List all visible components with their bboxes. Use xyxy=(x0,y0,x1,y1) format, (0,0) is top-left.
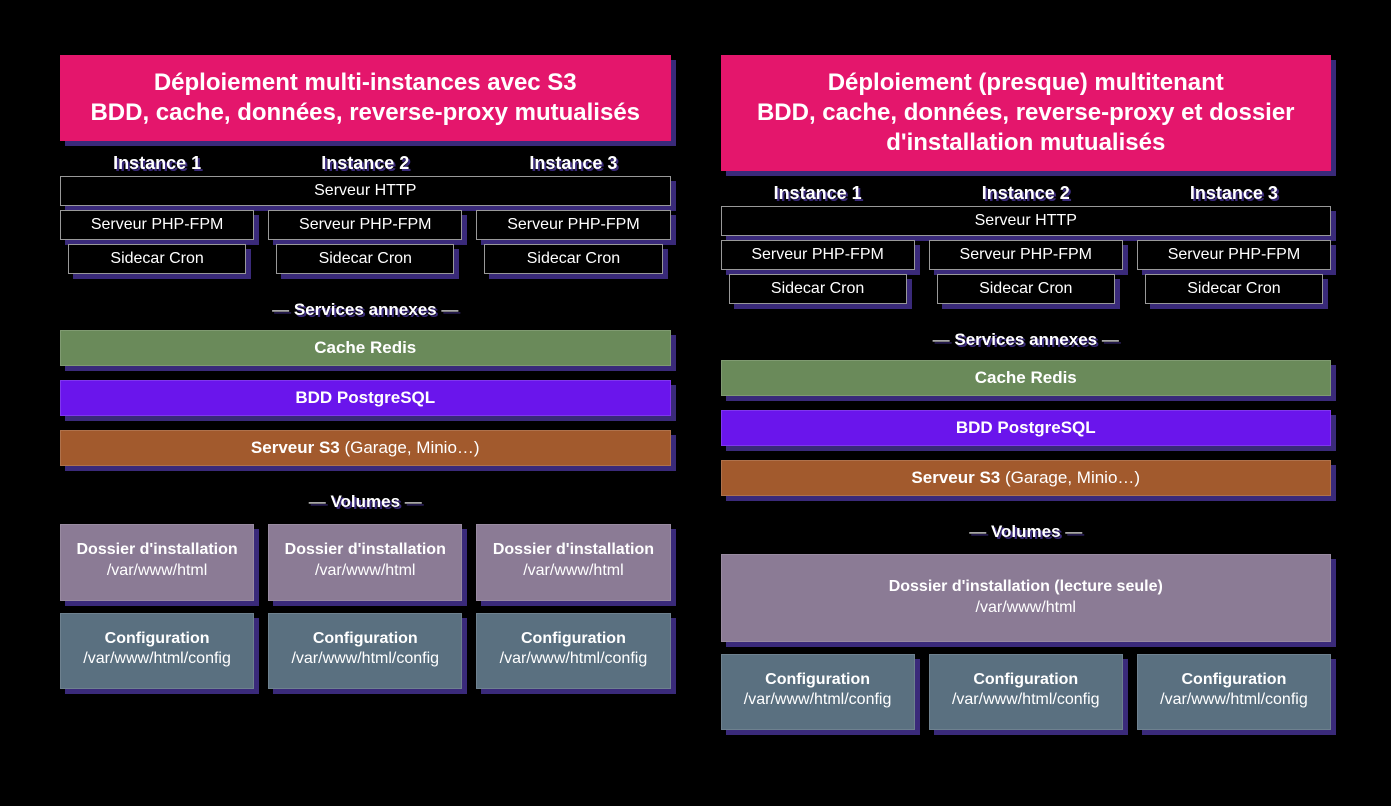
stack-1: Serveur PHP-FPM Sidecar Cron xyxy=(721,240,915,304)
instance-label-2: Instance 2 xyxy=(268,153,462,174)
title-box-left: Déploiement multi-instances avec S3 BDD,… xyxy=(60,55,671,141)
stack-1: Serveur PHP-FPM Sidecar Cron xyxy=(60,210,254,274)
redis-label: Cache Redis xyxy=(975,368,1077,387)
config-path: /var/www/html/config xyxy=(726,690,910,711)
install-title: Dossier d'installation xyxy=(65,540,249,561)
title-line-2: BDD, cache, données, reverse-proxy et do… xyxy=(736,98,1317,158)
stack-3: Serveur PHP-FPM Sidecar Cron xyxy=(1137,240,1331,304)
config-box-3: Configuration /var/www/html/config xyxy=(476,613,670,690)
sidecar-cron: Sidecar Cron xyxy=(729,274,907,304)
php-fpm: Serveur PHP-FPM xyxy=(268,210,462,240)
title-line-1: Déploiement (presque) multitenant xyxy=(736,68,1317,98)
redis-label: Cache Redis xyxy=(314,338,416,357)
config-title: Configuration xyxy=(934,670,1118,691)
install-path: /var/www/html xyxy=(481,561,665,582)
config-box-2: Configuration /var/www/html/config xyxy=(268,613,462,690)
install-path: /var/www/html xyxy=(273,561,457,582)
http-server-left: Serveur HTTP xyxy=(60,176,671,206)
install-box-shared: Dossier d'installation (lecture seule) /… xyxy=(721,554,1332,642)
section-volumes-left: Volumes xyxy=(60,492,671,512)
config-title: Configuration xyxy=(273,629,457,650)
s3-box-right: Serveur S3 (Garage, Minio…) xyxy=(721,460,1332,496)
php-row-left: Serveur PHP-FPM Sidecar Cron Serveur PHP… xyxy=(60,210,671,274)
s3-rest: (Garage, Minio…) xyxy=(340,438,480,457)
instance-label-3: Instance 3 xyxy=(476,153,670,174)
title-box-right: Déploiement (presque) multitenant BDD, c… xyxy=(721,55,1332,171)
php-fpm: Serveur PHP-FPM xyxy=(1137,240,1331,270)
config-row-left: Configuration /var/www/html/config Confi… xyxy=(60,613,671,690)
column-multitenant: Déploiement (presque) multitenant BDD, c… xyxy=(721,55,1332,730)
config-path: /var/www/html/config xyxy=(934,690,1118,711)
php-fpm: Serveur PHP-FPM xyxy=(929,240,1123,270)
config-path: /var/www/html/config xyxy=(65,649,249,670)
sidecar-cron: Sidecar Cron xyxy=(937,274,1115,304)
postgres-box-left: BDD PostgreSQL xyxy=(60,380,671,416)
pg-label: BDD PostgreSQL xyxy=(956,418,1096,437)
instance-label-3: Instance 3 xyxy=(1137,183,1331,204)
install-path: /var/www/html xyxy=(726,598,1327,619)
instance-label-1: Instance 1 xyxy=(721,183,915,204)
install-box-1: Dossier d'installation /var/www/html xyxy=(60,524,254,601)
php-fpm: Serveur PHP-FPM xyxy=(60,210,254,240)
redis-box-right: Cache Redis xyxy=(721,360,1332,396)
instance-labels-right: Instance 1 Instance 2 Instance 3 xyxy=(721,183,1332,204)
config-title: Configuration xyxy=(1142,670,1326,691)
pg-label: BDD PostgreSQL xyxy=(295,388,435,407)
config-row-right: Configuration /var/www/html/config Confi… xyxy=(721,654,1332,731)
instance-label-2: Instance 2 xyxy=(929,183,1123,204)
install-title: Dossier d'installation xyxy=(273,540,457,561)
sidecar-cron: Sidecar Cron xyxy=(68,244,246,274)
instance-labels-left: Instance 1 Instance 2 Instance 3 xyxy=(60,153,671,174)
php-fpm: Serveur PHP-FPM xyxy=(721,240,915,270)
stack-2: Serveur PHP-FPM Sidecar Cron xyxy=(268,210,462,274)
install-box-2: Dossier d'installation /var/www/html xyxy=(268,524,462,601)
instance-label-1: Instance 1 xyxy=(60,153,254,174)
title-line-1: Déploiement multi-instances avec S3 xyxy=(75,68,656,98)
diagram-columns: Déploiement multi-instances avec S3 BDD,… xyxy=(60,55,1331,730)
config-box-3: Configuration /var/www/html/config xyxy=(1137,654,1331,731)
config-path: /var/www/html/config xyxy=(273,649,457,670)
stack-3: Serveur PHP-FPM Sidecar Cron xyxy=(476,210,670,274)
php-fpm: Serveur PHP-FPM xyxy=(476,210,670,240)
sidecar-cron: Sidecar Cron xyxy=(484,244,662,274)
install-box-3: Dossier d'installation /var/www/html xyxy=(476,524,670,601)
sidecar-cron: Sidecar Cron xyxy=(1145,274,1323,304)
config-box-1: Configuration /var/www/html/config xyxy=(60,613,254,690)
s3-bold: Serveur S3 xyxy=(911,468,1000,487)
s3-bold: Serveur S3 xyxy=(251,438,340,457)
title-line-2: BDD, cache, données, reverse-proxy mutua… xyxy=(75,98,656,128)
config-path: /var/www/html/config xyxy=(481,649,665,670)
s3-rest: (Garage, Minio…) xyxy=(1000,468,1140,487)
config-box-1: Configuration /var/www/html/config xyxy=(721,654,915,731)
install-path: /var/www/html xyxy=(65,561,249,582)
install-title: Dossier d'installation xyxy=(481,540,665,561)
install-title: Dossier d'installation (lecture seule) xyxy=(726,577,1327,598)
stack-2: Serveur PHP-FPM Sidecar Cron xyxy=(929,240,1123,304)
section-services-right: Services annexes xyxy=(721,330,1332,350)
section-services-left: Services annexes xyxy=(60,300,671,320)
section-volumes-right: Volumes xyxy=(721,522,1332,542)
install-row-left: Dossier d'installation /var/www/html Dos… xyxy=(60,524,671,601)
sidecar-cron: Sidecar Cron xyxy=(276,244,454,274)
config-title: Configuration xyxy=(481,629,665,650)
config-path: /var/www/html/config xyxy=(1142,690,1326,711)
php-row-right: Serveur PHP-FPM Sidecar Cron Serveur PHP… xyxy=(721,240,1332,304)
config-title: Configuration xyxy=(65,629,249,650)
postgres-box-right: BDD PostgreSQL xyxy=(721,410,1332,446)
config-title: Configuration xyxy=(726,670,910,691)
s3-box-left: Serveur S3 (Garage, Minio…) xyxy=(60,430,671,466)
redis-box-left: Cache Redis xyxy=(60,330,671,366)
http-server-right: Serveur HTTP xyxy=(721,206,1332,236)
column-multi-instance: Déploiement multi-instances avec S3 BDD,… xyxy=(60,55,671,730)
config-box-2: Configuration /var/www/html/config xyxy=(929,654,1123,731)
